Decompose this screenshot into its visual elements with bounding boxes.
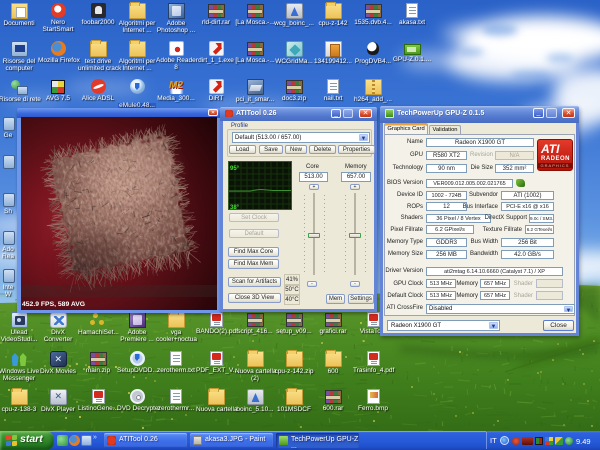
svg-text:95°: 95° bbox=[230, 166, 240, 172]
svg-text:452.9 FPS, 589 AVG: 452.9 FPS, 589 AVG bbox=[22, 301, 85, 308]
svg-text:38°: 38° bbox=[230, 205, 240, 210]
